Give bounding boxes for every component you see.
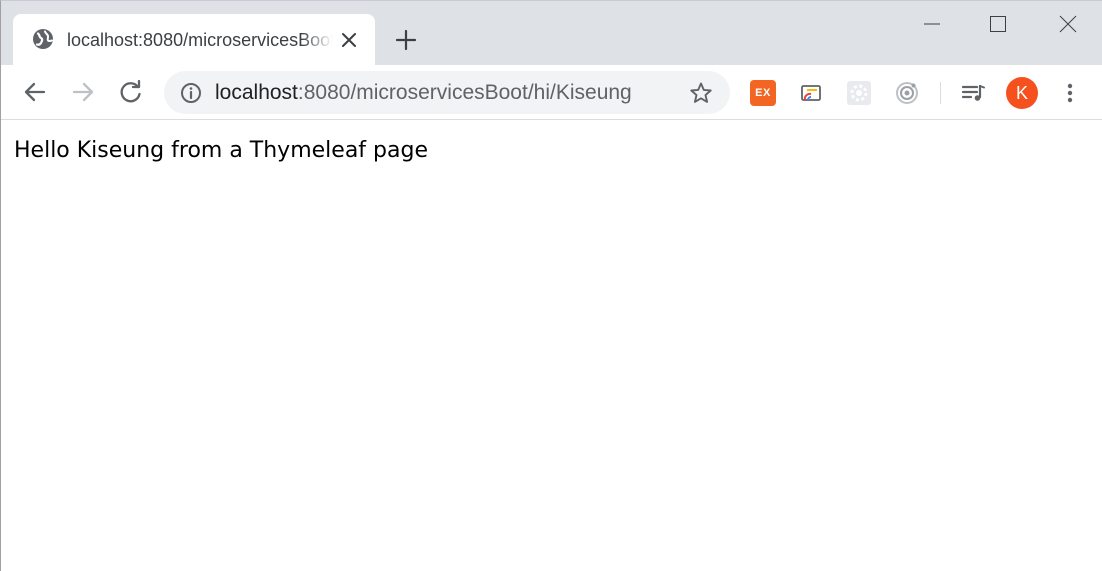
url-path: :8080/microservicesBoot/hi/Kiseung: [297, 81, 632, 104]
globe-icon: [32, 28, 54, 50]
browser-window: localhost:8080/microservicesBoot/hi/Kise…: [0, 0, 1102, 571]
maximize-button[interactable]: [965, 1, 1031, 45]
target-extension-icon[interactable]: [894, 80, 920, 106]
reload-icon[interactable]: [117, 78, 145, 106]
cast-extension-icon[interactable]: [798, 80, 824, 106]
url-host: localhost: [215, 81, 298, 104]
more-vert-icon[interactable]: [1059, 81, 1081, 105]
profile-avatar[interactable]: K: [1006, 77, 1038, 109]
window-close-button[interactable]: [1035, 1, 1101, 45]
ex-extension-button[interactable]: EX: [750, 80, 776, 106]
star-icon[interactable]: [689, 81, 713, 105]
window-close-icon: [1059, 15, 1077, 33]
toolbar-separator: [940, 82, 941, 104]
plus-icon[interactable]: [393, 27, 419, 53]
toolbar: localhost:8080/microservicesBoot/hi/Kise…: [1, 65, 1102, 120]
minimize-button[interactable]: [899, 1, 965, 45]
url-text[interactable]: localhost:8080/microservicesBoot/hi/Kise…: [215, 81, 632, 105]
tab-strip: localhost:8080/microservicesBoot/hi/Kise…: [1, 1, 1102, 65]
tab-title: localhost:8080/microservicesBoot/hi/Kise…: [67, 30, 333, 50]
gear-extension-icon[interactable]: [846, 80, 872, 106]
close-icon[interactable]: [339, 30, 359, 50]
arrow-right-icon[interactable]: [69, 78, 97, 106]
active-tab[interactable]: localhost:8080/microservicesBoot/hi/Kise…: [13, 14, 375, 65]
page-greeting-text: Hello Kiseung from a Thymeleaf page: [14, 138, 428, 163]
address-bar[interactable]: localhost:8080/microservicesBoot/hi/Kise…: [164, 71, 730, 114]
maximize-icon: [990, 16, 1006, 32]
info-icon[interactable]: [180, 82, 202, 104]
page-content: Hello Kiseung from a Thymeleaf page: [1, 120, 1102, 571]
arrow-left-icon[interactable]: [21, 78, 49, 106]
playlist-icon[interactable]: [960, 80, 986, 106]
minimize-icon: [924, 23, 940, 25]
